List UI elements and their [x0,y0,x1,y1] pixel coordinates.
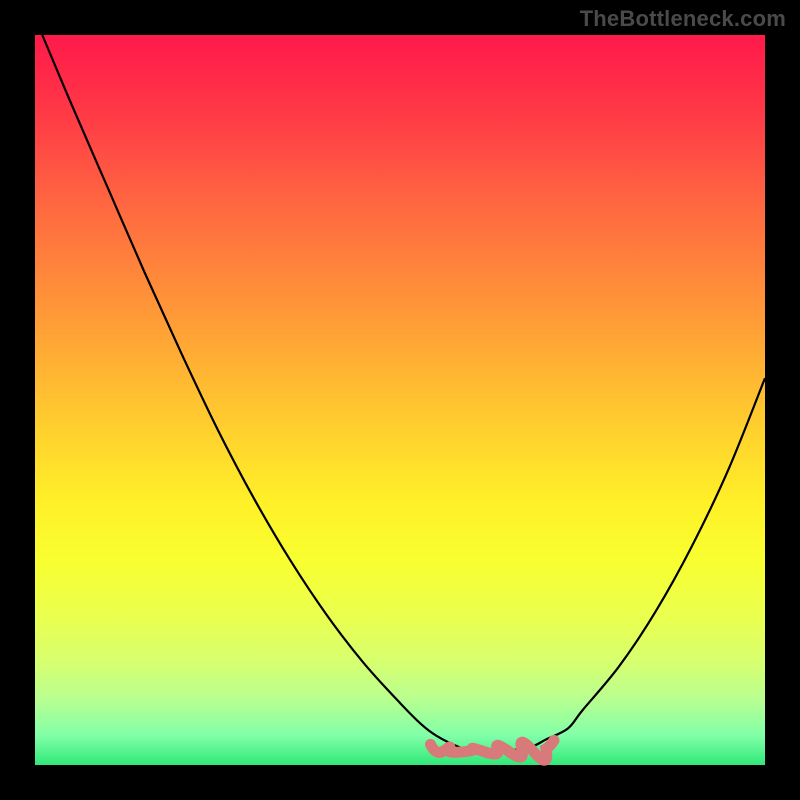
flat-marker [431,740,555,760]
curve-path [42,35,765,751]
watermark-text: TheBottleneck.com [580,6,786,32]
chart-area [35,35,765,765]
bottleneck-curve [35,35,765,765]
